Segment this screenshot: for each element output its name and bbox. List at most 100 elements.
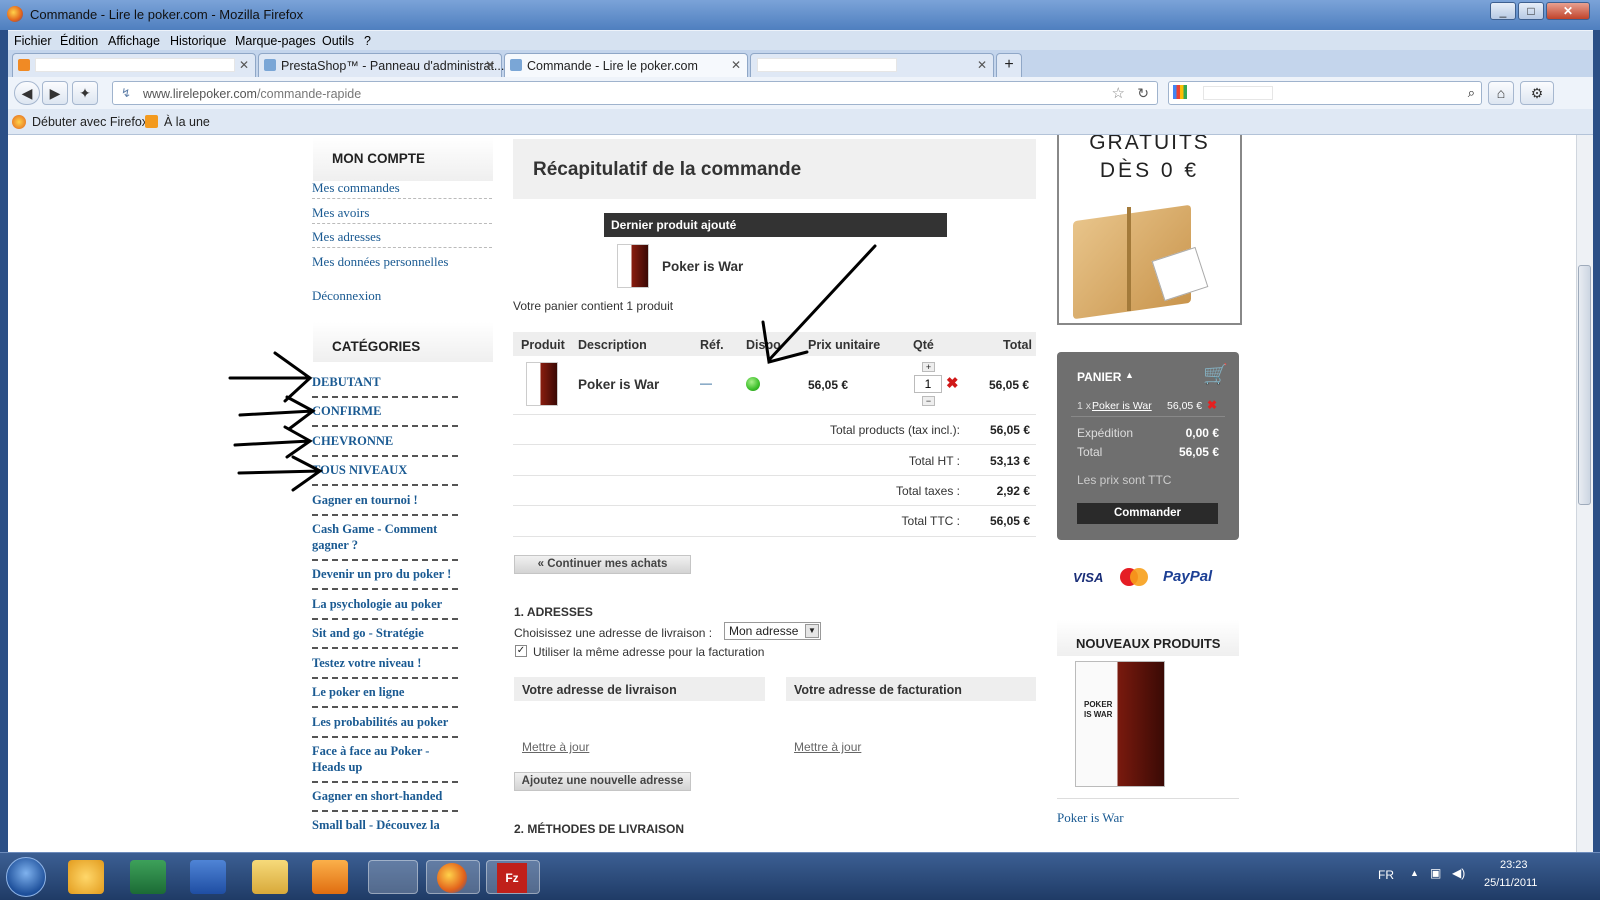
menu-fichier[interactable]: Fichier bbox=[14, 34, 52, 48]
media-player-icon[interactable] bbox=[312, 860, 348, 894]
category-testez[interactable]: Testez votre niveau ! bbox=[312, 655, 462, 671]
cart-title[interactable]: PANIER bbox=[1077, 370, 1121, 384]
category-en-ligne[interactable]: Le poker en ligne bbox=[312, 684, 462, 700]
category-small-ball[interactable]: Small ball - Découvez la bbox=[312, 817, 462, 833]
network-icon[interactable]: ▣ bbox=[1430, 866, 1441, 880]
show-hidden-icons-icon[interactable]: ▲ bbox=[1410, 868, 1419, 878]
chevron-down-icon[interactable]: ▼ bbox=[805, 624, 819, 638]
scrollbar-thumb[interactable] bbox=[1578, 265, 1591, 505]
menu-help[interactable]: ? bbox=[364, 34, 371, 48]
category-cash-game[interactable]: Cash Game - Comment gagner ? bbox=[312, 521, 462, 553]
add-address-button[interactable]: Ajoutez une nouvelle adresse bbox=[514, 772, 691, 791]
promo-banner[interactable]: GRATUITS DÈS 0 € bbox=[1057, 135, 1242, 325]
reload-icon[interactable]: ↻ bbox=[1137, 85, 1149, 102]
category-probabilites[interactable]: Les probabilités au poker bbox=[312, 714, 462, 730]
category-sit-and-go[interactable]: Sit and go - Stratégie bbox=[312, 625, 462, 641]
close-tab-icon[interactable]: ✕ bbox=[731, 58, 741, 72]
category-debutant[interactable]: DEBUTANT bbox=[312, 374, 462, 390]
qty-down-icon[interactable]: − bbox=[922, 396, 935, 406]
menu-outils[interactable]: Outils bbox=[322, 34, 354, 48]
new-product-image[interactable]: POKER IS WAR bbox=[1075, 661, 1165, 787]
cart-item-description[interactable]: Poker is War bbox=[578, 377, 659, 392]
close-window-icon[interactable]: ✕ bbox=[1546, 2, 1590, 20]
menu-marque-pages[interactable]: Marque-pages bbox=[235, 34, 316, 48]
clock-date[interactable]: 25/11/2011 bbox=[1484, 877, 1537, 889]
bookmark-a-la-une[interactable]: À la une bbox=[164, 115, 210, 129]
clock-time[interactable]: 23:23 bbox=[1500, 859, 1528, 871]
total-taxes-label: Total taxes : bbox=[895, 484, 960, 498]
outlook-icon[interactable] bbox=[68, 860, 104, 894]
cart-item-thumbnail[interactable] bbox=[526, 362, 558, 406]
continue-shopping-button[interactable]: « Continuer mes achats bbox=[514, 555, 691, 574]
new-product-link[interactable]: Poker is War bbox=[1057, 810, 1124, 826]
redacted-title bbox=[757, 58, 897, 72]
volume-icon[interactable]: ◀) bbox=[1452, 866, 1465, 880]
category-heads-up[interactable]: Face à face au Poker - Heads up bbox=[312, 743, 462, 775]
site-identity-icon[interactable]: ↯ bbox=[121, 86, 131, 100]
update-delivery-address-link[interactable]: Mettre à jour bbox=[522, 740, 589, 754]
new-tab-icon[interactable]: + bbox=[996, 53, 1022, 77]
link-mes-adresses[interactable]: Mes adresses bbox=[312, 229, 381, 245]
link-mes-avoirs[interactable]: Mes avoirs bbox=[312, 205, 369, 221]
tools-icon[interactable]: ⚙ bbox=[1520, 81, 1554, 105]
shipping-value: 0,00 € bbox=[1185, 426, 1219, 440]
category-short-handed[interactable]: Gagner en short-handed bbox=[312, 788, 462, 804]
remove-item-icon[interactable]: ✖ bbox=[946, 374, 959, 392]
tab-3[interactable]: Commande - Lire le poker.com ✕ bbox=[504, 53, 748, 77]
menu-affichage[interactable]: Affichage bbox=[108, 34, 160, 48]
address-select[interactable]: Mon adresse ▼ bbox=[724, 622, 821, 640]
category-confirme[interactable]: CONFIRME bbox=[312, 403, 462, 419]
excel-icon[interactable] bbox=[130, 860, 166, 894]
minimize-icon[interactable]: _ bbox=[1490, 2, 1516, 20]
logout-link[interactable]: Déconnexion bbox=[312, 288, 381, 304]
search-icon[interactable]: ⌕ bbox=[1468, 85, 1475, 101]
bookmark-debuter[interactable]: Débuter avec Firefox bbox=[32, 115, 148, 129]
order-button[interactable]: Commander bbox=[1077, 503, 1218, 524]
tab-1[interactable]: ✕ bbox=[12, 53, 256, 77]
total-label: Total bbox=[1077, 445, 1103, 459]
close-tab-icon[interactable]: ✕ bbox=[239, 58, 249, 72]
menu-edition[interactable]: Édition bbox=[60, 34, 98, 48]
tab-2[interactable]: PrestaShop™ - Panneau d'administrat... ✕ bbox=[258, 53, 504, 77]
url-bar[interactable]: ↯ www.lirelepoker.com/commande-rapide ☆ … bbox=[112, 81, 1158, 105]
messenger-icon[interactable] bbox=[368, 860, 418, 894]
promo-line-1: GRATUITS bbox=[1089, 135, 1210, 154]
explorer-icon[interactable] bbox=[252, 860, 288, 894]
word-icon[interactable] bbox=[190, 860, 226, 894]
quantity-input[interactable] bbox=[914, 375, 942, 393]
home-icon[interactable]: ⌂ bbox=[1488, 81, 1514, 105]
tab-4[interactable]: ✕ bbox=[750, 53, 994, 77]
category-tournoi[interactable]: Gagner en tournoi ! bbox=[312, 492, 462, 508]
collapse-arrow-icon[interactable]: ▲ bbox=[1125, 370, 1134, 380]
start-button[interactable] bbox=[6, 857, 46, 897]
addon-icon[interactable]: ✦ bbox=[72, 81, 98, 105]
product-thumbnail[interactable] bbox=[617, 244, 649, 288]
same-address-checkbox[interactable]: ✓ bbox=[515, 645, 527, 657]
link-donnees-personnelles[interactable]: Mes données personnelles bbox=[312, 254, 448, 270]
close-tab-icon[interactable]: ✕ bbox=[977, 58, 987, 72]
back-icon[interactable]: ◀ bbox=[14, 81, 40, 105]
qty-up-icon[interactable]: + bbox=[922, 362, 935, 372]
menu-historique[interactable]: Historique bbox=[170, 34, 226, 48]
category-chevronne[interactable]: CHEVRONNE bbox=[312, 433, 462, 449]
addresses-title: 1. ADRESSES bbox=[514, 605, 593, 619]
maximize-icon[interactable]: □ bbox=[1518, 2, 1544, 20]
search-box[interactable]: ⌕ bbox=[1168, 81, 1482, 105]
category-devenir-pro[interactable]: Devenir un pro du poker ! bbox=[312, 566, 462, 582]
link-mes-commandes[interactable]: Mes commandes bbox=[312, 180, 400, 196]
category-psychologie[interactable]: La psychologie au poker bbox=[312, 596, 462, 612]
remove-cart-item-icon[interactable]: ✖ bbox=[1207, 398, 1217, 412]
close-tab-icon[interactable]: ✕ bbox=[485, 58, 495, 72]
cart-item-price: 56,05 € bbox=[1167, 400, 1203, 412]
url-domain: www.lirelepoker.com bbox=[143, 87, 257, 101]
update-billing-address-link[interactable]: Mettre à jour bbox=[794, 740, 861, 754]
cart-item-unit-price: 56,05 € bbox=[808, 378, 849, 392]
forward-icon[interactable]: ▶ bbox=[42, 81, 68, 105]
language-indicator[interactable]: FR bbox=[1378, 868, 1394, 882]
google-icon[interactable] bbox=[1173, 85, 1187, 99]
filezilla-icon[interactable]: Fz bbox=[486, 860, 540, 894]
bookmark-star-icon[interactable]: ☆ bbox=[1112, 84, 1125, 102]
category-tous-niveaux[interactable]: TOUS NIVEAUX bbox=[312, 462, 462, 478]
firefox-taskbar-icon[interactable] bbox=[426, 860, 480, 894]
cart-item-link[interactable]: Poker is War bbox=[1092, 400, 1152, 412]
